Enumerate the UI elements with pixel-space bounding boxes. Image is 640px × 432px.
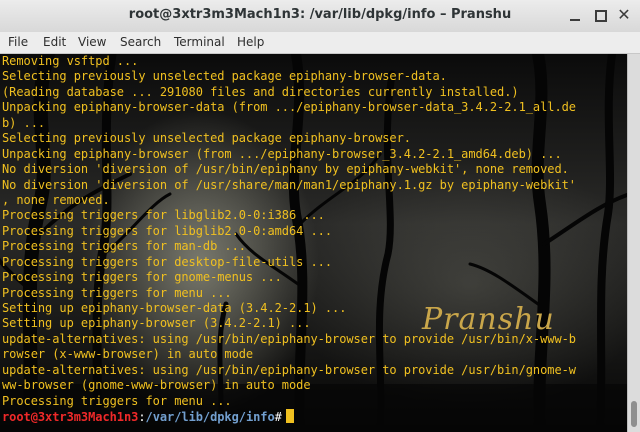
close-icon: ✕ [617, 5, 631, 24]
terminal-line: Unpacking epiphany-browser (from .../epi… [2, 146, 562, 161]
prompt-separator: : [138, 410, 146, 425]
minimize-button[interactable] [564, 5, 586, 25]
prompt-symbol: # [274, 410, 282, 425]
terminal-line: Processing triggers for gnome-menus ... [2, 270, 282, 285]
terminal-line: , none removed. [2, 192, 110, 207]
menu-file[interactable]: File [8, 35, 28, 49]
terminal-line: No diversion 'diversion of /usr/bin/epip… [2, 162, 569, 177]
vertical-scrollbar[interactable] [627, 54, 640, 432]
terminal-line: Selecting previously unselected package … [2, 69, 447, 84]
terminal-line: Processing triggers for menu ... [2, 285, 232, 300]
terminal-lines: Removing vsftpd ... Selecting previously … [2, 54, 576, 425]
window-title: root@3xtr3m3Mach1n3: /var/lib/dpkg/info … [128, 7, 512, 22]
prompt-path: /var/lib/dpkg/info [145, 410, 275, 425]
menu-edit[interactable]: Edit [43, 35, 66, 49]
terminal-line: Processing triggers for desktop-file-uti… [2, 254, 333, 269]
text-cursor [285, 409, 294, 424]
menu-terminal[interactable]: Terminal [174, 35, 225, 49]
close-button[interactable]: ✕ [613, 5, 635, 25]
scrollbar-thumb[interactable] [631, 401, 637, 427]
terminal-line: Unpacking epiphany-browser-data (from ..… [2, 100, 576, 115]
terminal-line: Removing vsftpd ... [2, 54, 139, 68]
terminal-line: rowser (x-www-browser) in auto mode [2, 347, 254, 362]
maximize-icon [595, 10, 607, 22]
title-bar[interactable]: root@3xtr3m3Mach1n3: /var/lib/dpkg/info … [0, 0, 640, 33]
terminal-line: Processing triggers for libglib2.0-0:i38… [2, 208, 325, 223]
terminal-window: root@3xtr3m3Mach1n3: /var/lib/dpkg/info … [0, 0, 640, 432]
menu-help[interactable]: Help [237, 35, 264, 49]
terminal-line: Processing triggers for libglib2.0-0:amd… [2, 223, 333, 238]
menu-view[interactable]: View [78, 35, 106, 49]
terminal-line: update-alternatives: using /usr/bin/epip… [2, 362, 576, 377]
shell-prompt[interactable]: root@3xtr3m3Mach1n3:/var/lib/dpkg/info# [2, 409, 576, 424]
terminal-line: Selecting previously unselected package … [2, 131, 411, 146]
maximize-button[interactable] [589, 5, 611, 25]
minimize-icon [570, 19, 580, 21]
terminal-line: (Reading database ... 291080 files and d… [2, 84, 519, 99]
menu-search[interactable]: Search [120, 35, 161, 49]
terminal-line: ww-browser (gnome-www-browser) in auto m… [2, 378, 311, 393]
terminal-line: No diversion 'diversion of /usr/share/ma… [2, 177, 576, 192]
terminal-line: Processing triggers for man-db ... [2, 239, 246, 254]
terminal-line: b) ... [2, 115, 46, 130]
wallpaper-signature: Pranshu [422, 302, 555, 337]
menu-bar: File Edit View Search Terminal Help [0, 32, 640, 54]
prompt-user-host: root@3xtr3m3Mach1n3 [2, 410, 139, 425]
terminal-output[interactable]: Removing vsftpd ... Selecting previously … [0, 54, 627, 432]
terminal-line: Processing triggers for menu ... [2, 393, 232, 408]
